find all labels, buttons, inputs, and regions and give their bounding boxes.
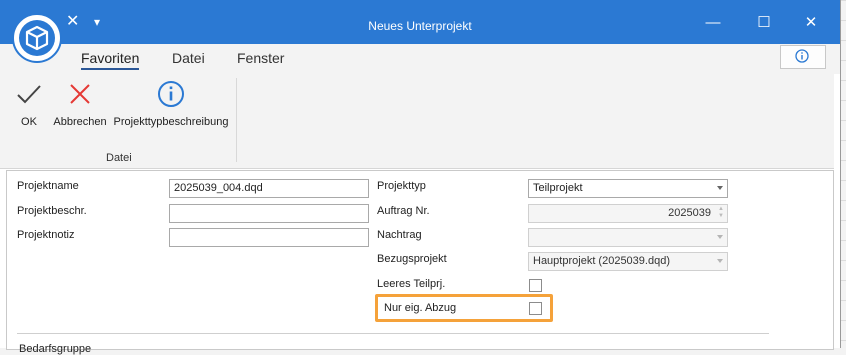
ribbon: OK Abbrechen Projekttypbeschreibung Date… [0, 74, 834, 169]
project-type-description-button[interactable]: Projekttypbeschreibung [112, 80, 230, 128]
info-icon [795, 49, 809, 63]
projekttyp-value: Teilprojekt [533, 182, 583, 194]
project-type-description-label: Projekttypbeschreibung [113, 116, 229, 128]
ribbon-tabs: Favoriten Datei Fenster [0, 44, 840, 74]
info-icon [158, 81, 184, 107]
bezugsprojekt-label: Bezugsprojekt [377, 253, 447, 265]
close-button[interactable]: ✕ [796, 12, 826, 34]
ok-button[interactable]: OK [10, 80, 48, 128]
help-info-button[interactable] [780, 45, 826, 69]
minimize-button[interactable]: — [698, 12, 728, 34]
tab-datei[interactable]: Datei [172, 50, 205, 66]
chevron-down-icon[interactable] [717, 186, 723, 190]
dialog-window: ✕ ▾ Neues Unterprojekt — ☐ ✕ Favoriten D… [0, 0, 841, 355]
title-bar[interactable]: ✕ ▾ Neues Unterprojekt — ☐ ✕ [0, 0, 840, 44]
app-logo[interactable] [12, 13, 62, 63]
auftrag-nr-label: Auftrag Nr. [377, 205, 430, 217]
projektname-label: Projektname [17, 180, 79, 192]
cancel-x-icon [70, 84, 90, 104]
leeres-teilprj-checkbox[interactable] [529, 279, 542, 292]
box-icon [25, 25, 49, 51]
maximize-button[interactable]: ☐ [749, 12, 779, 34]
section-divider [17, 333, 769, 334]
chevron-down-icon [717, 259, 723, 263]
projektbeschr-label: Projektbeschr. [17, 205, 87, 217]
auftrag-nr-value: 2025039 [668, 207, 711, 219]
projektname-input[interactable]: 2025039_004.dqd [169, 179, 369, 198]
cancel-button[interactable]: Abbrechen [52, 80, 108, 128]
ribbon-group-label: Datei [106, 152, 132, 164]
cancel-label: Abbrechen [53, 116, 107, 128]
auftrag-nr-input: 2025039 ▲ ▼ [528, 204, 728, 223]
projektnotiz-input[interactable] [169, 228, 369, 247]
nur-eig-abzug-label: Nur eig. Abzug [384, 302, 457, 314]
chevron-down-icon [717, 235, 723, 239]
tab-fenster[interactable]: Fenster [237, 50, 284, 66]
projektnotiz-label: Projektnotiz [17, 229, 75, 241]
tab-favoriten[interactable]: Favoriten [81, 50, 140, 70]
projekttyp-label: Projekttyp [377, 180, 426, 192]
nachtrag-combo [528, 228, 728, 247]
projektbeschr-input[interactable] [169, 204, 369, 223]
ribbon-group-divider [236, 78, 237, 162]
bezugsprojekt-value: Hauptprojekt (2025039.dqd) [533, 255, 670, 267]
nachtrag-label: Nachtrag [377, 229, 422, 241]
ok-label: OK [21, 116, 37, 128]
spin-arrows-icon: ▲ ▼ [718, 206, 724, 219]
checkmark-icon [17, 85, 41, 104]
nur-eig-abzug-checkbox[interactable] [529, 302, 542, 315]
section-label: Bedarfsgruppe [19, 343, 92, 355]
leeres-teilprj-label: Leeres Teilprj. [377, 278, 446, 290]
projekttyp-combo[interactable]: Teilprojekt [528, 179, 728, 198]
bezugsprojekt-combo: Hauptprojekt (2025039.dqd) [528, 252, 728, 271]
project-form: Projektname 2025039_004.dqd Projektbesch… [6, 170, 834, 355]
